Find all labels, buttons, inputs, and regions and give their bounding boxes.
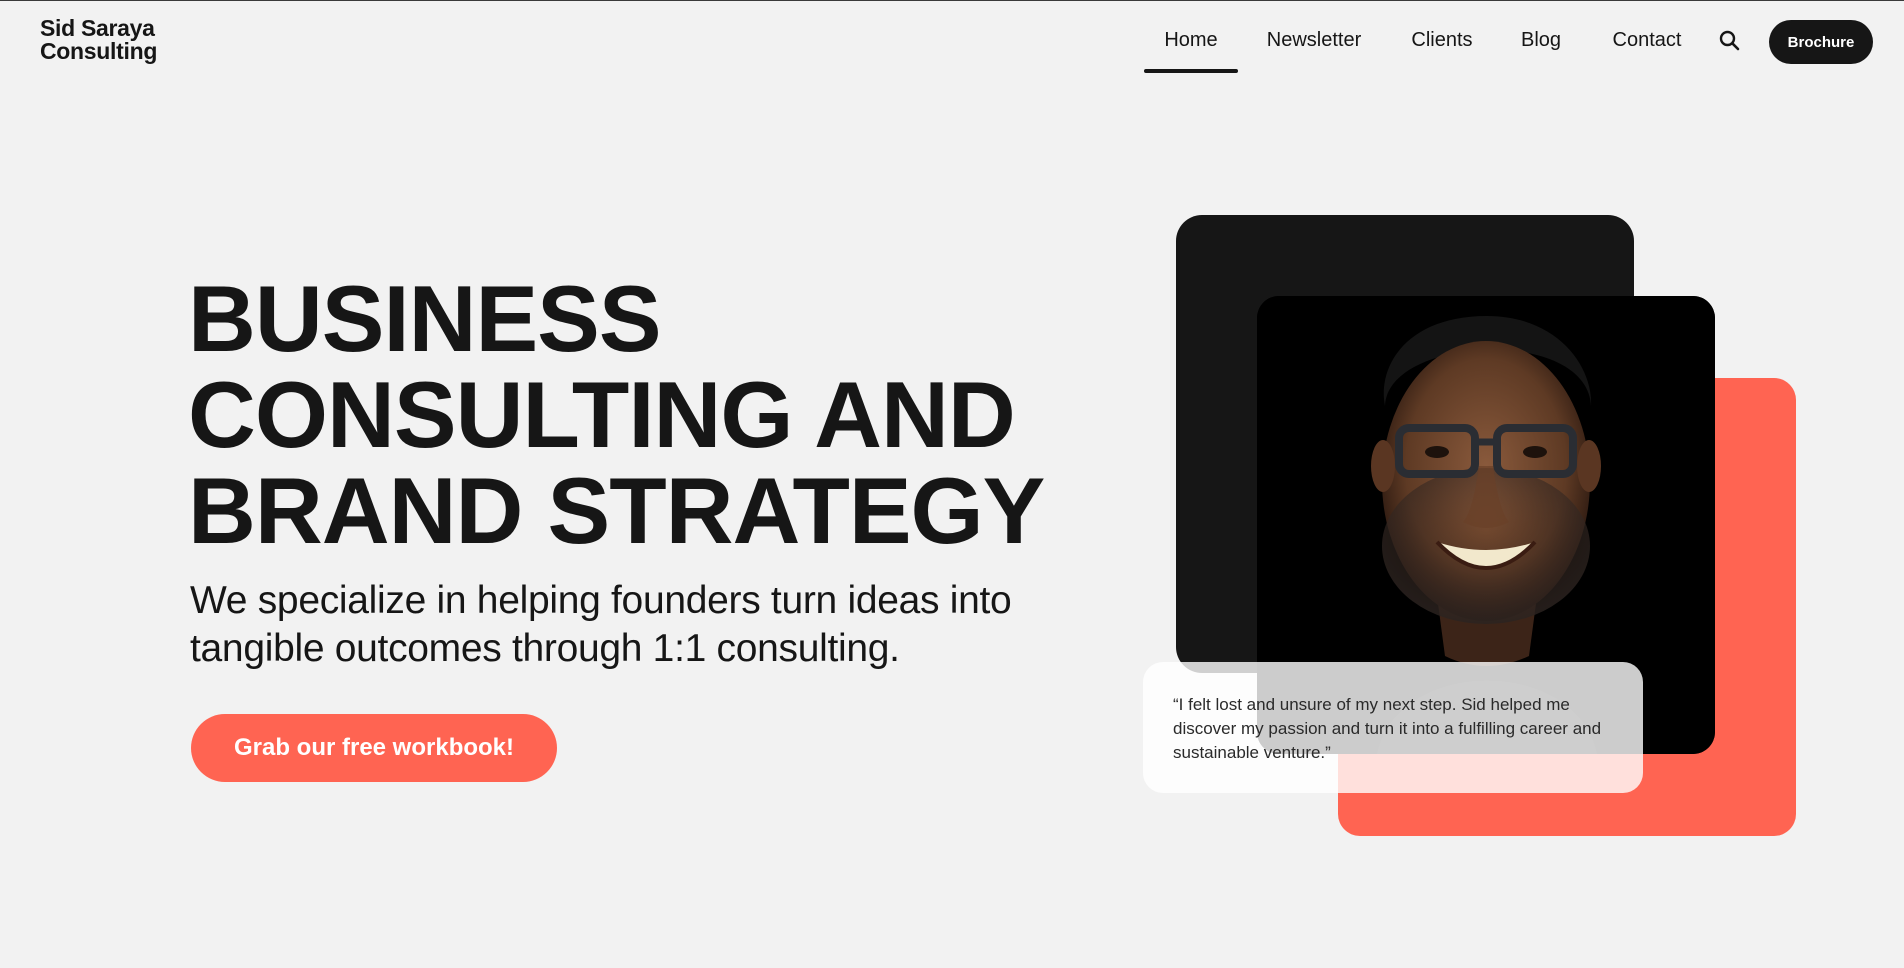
- nav-item-blog[interactable]: Blog: [1511, 1, 1571, 74]
- free-workbook-button[interactable]: Grab our free workbook!: [191, 714, 557, 782]
- nav-item-clients-label: Clients: [1411, 29, 1473, 51]
- nav-item-clients[interactable]: Clients: [1401, 1, 1483, 74]
- nav-item-contact-label: Contact: [1612, 29, 1682, 51]
- headline-line-2: CONSULTING AND: [188, 362, 1016, 467]
- brochure-button[interactable]: Brochure: [1769, 20, 1873, 64]
- site-logo[interactable]: Sid Saraya Consulting: [40, 17, 157, 63]
- nav-item-home-label: Home: [1164, 29, 1218, 51]
- nav-item-home[interactable]: Home: [1144, 1, 1238, 74]
- testimonial-quote: “I felt lost and unsure of my next step.…: [1173, 695, 1602, 762]
- nav-item-contact[interactable]: Contact: [1602, 1, 1692, 74]
- headline-line-3: BRAND STRATEGY: [188, 458, 1045, 563]
- nav-active-indicator: [1144, 69, 1238, 73]
- nav-item-newsletter[interactable]: Newsletter: [1254, 1, 1374, 74]
- hero-subtitle: We specialize in helping founders turn i…: [190, 579, 1012, 670]
- headline-line-1: BUSINESS: [188, 266, 662, 371]
- hero-headline: BUSINESS CONSULTING AND BRAND STRATEGY: [188, 266, 1045, 563]
- logo-line-1: Sid Saraya: [40, 15, 155, 41]
- nav-item-newsletter-label: Newsletter: [1266, 29, 1362, 51]
- search-button[interactable]: [1716, 27, 1744, 55]
- testimonial-card: “I felt lost and unsure of my next step.…: [1143, 662, 1643, 793]
- logo-line-2: Consulting: [40, 38, 158, 64]
- nav-item-blog-label: Blog: [1520, 29, 1562, 51]
- search-icon: [1719, 30, 1740, 51]
